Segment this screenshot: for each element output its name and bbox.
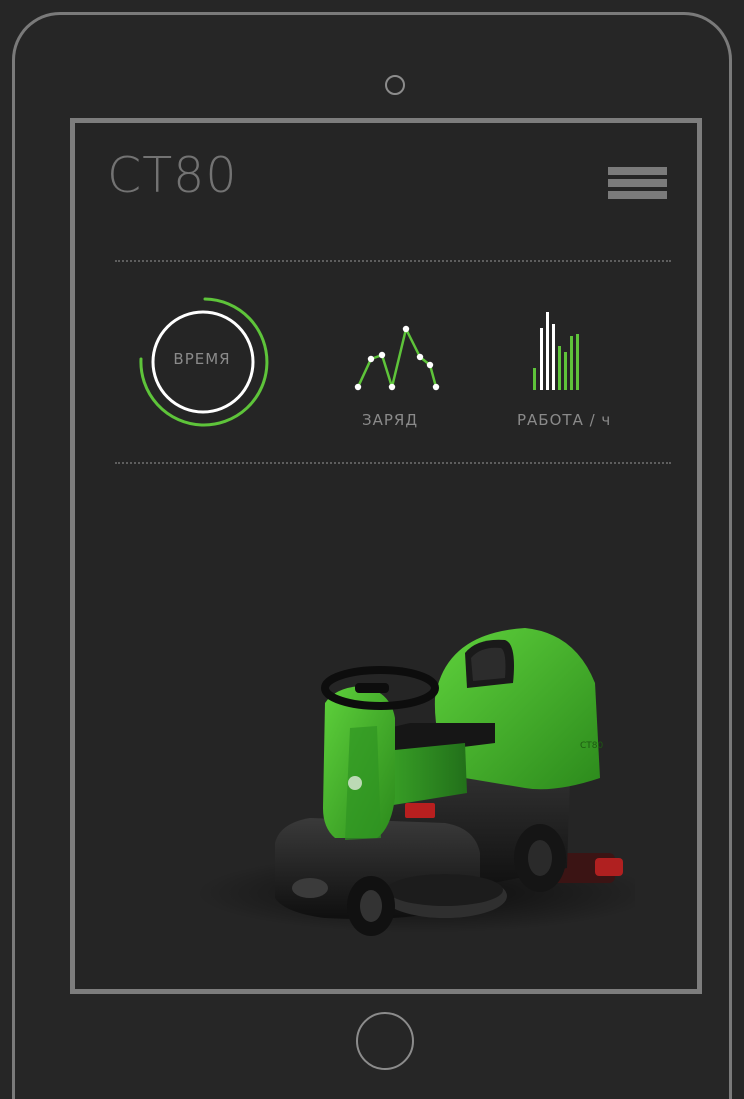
camera-icon (385, 75, 405, 95)
line-chart-icon (354, 325, 440, 391)
menu-button[interactable] (607, 163, 669, 203)
time-stat[interactable]: ВРЕМЯ (135, 295, 269, 429)
work-label: РАБОТА / ч (517, 411, 612, 429)
app-title: CT80 (107, 147, 238, 204)
work-stat[interactable]: РАБОТА / ч (515, 308, 635, 429)
top-divider (115, 260, 671, 262)
home-button[interactable] (356, 1012, 414, 1070)
charge-stat[interactable]: ЗАРЯД (340, 321, 452, 431)
hamburger-icon-bar (608, 191, 667, 199)
charge-label: ЗАРЯД (362, 411, 419, 429)
bar-chart-icon (533, 312, 579, 390)
svg-text:CT80: CT80 (580, 741, 604, 751)
hamburger-icon-bar (608, 179, 667, 187)
time-label: ВРЕМЯ (173, 350, 231, 368)
bottom-divider (115, 462, 671, 464)
hamburger-icon (608, 167, 667, 175)
floor-scrubber-image: CT80 (195, 628, 635, 936)
app-screen: CT80 ВРЕМЯ ЗАРЯД РАБОТА / ч CT80 (70, 118, 702, 994)
